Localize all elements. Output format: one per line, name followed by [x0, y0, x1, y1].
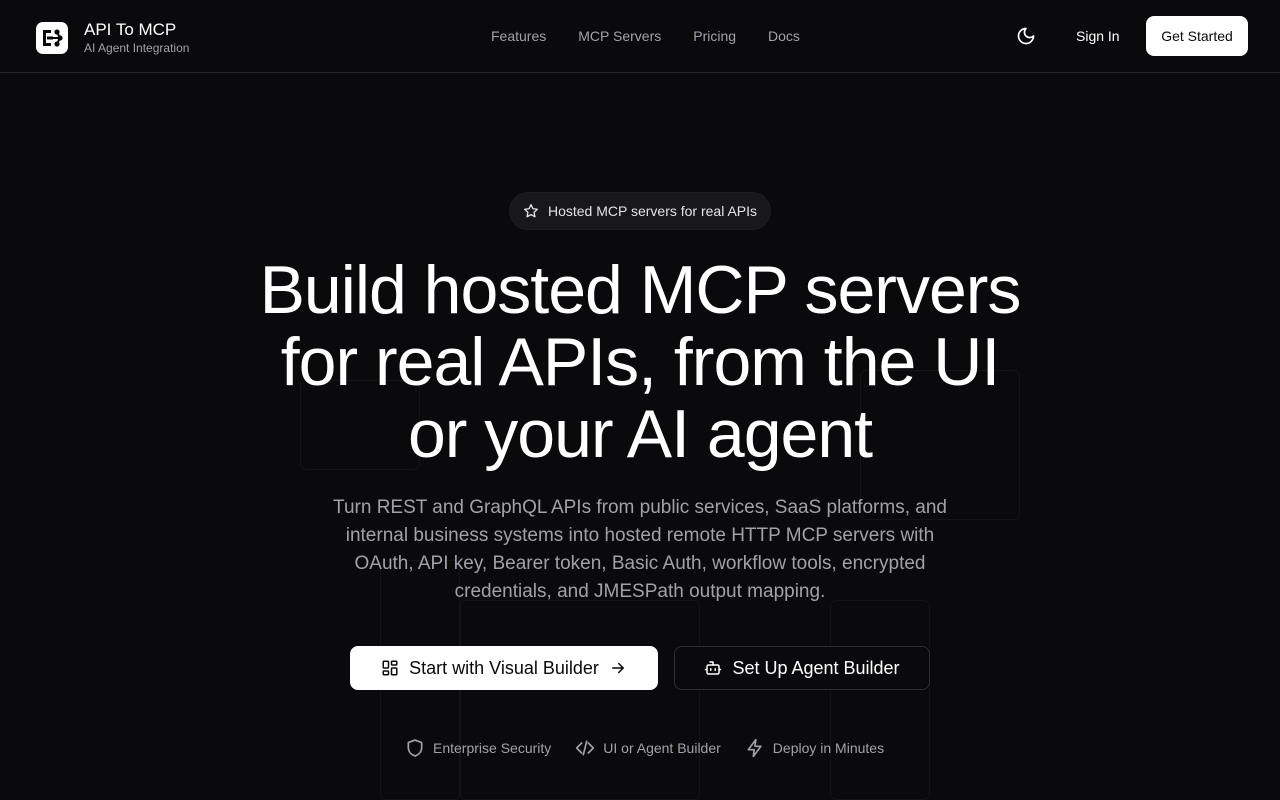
- nav-link-features[interactable]: Features: [491, 27, 546, 45]
- hero-subtitle-line: OAuth, API key, Bearer token, Basic Auth…: [354, 553, 926, 574]
- hero-subtitle-line: credentials, and JMESPath output mapping…: [454, 581, 826, 602]
- bot-icon: [705, 661, 722, 675]
- feature-list: Enterprise Security UI or Agent Builder …: [405, 737, 884, 759]
- hero-subtitle: Turn REST and GraphQL APIs from public s…: [300, 494, 980, 606]
- api-to-mcp-logo-icon: [36, 22, 68, 54]
- shield-icon: [407, 739, 423, 757]
- feature-label: UI or Agent Builder: [603, 740, 721, 756]
- get-started-button[interactable]: Get Started: [1146, 16, 1248, 56]
- arrow-right-icon: [611, 662, 624, 674]
- top-navigation-bar: API To MCP AI Agent Integration Features…: [0, 0, 1280, 73]
- brand-subtitle: AI Agent Integration: [84, 41, 190, 55]
- feature-label: Deploy in Minutes: [772, 740, 885, 756]
- set-up-agent-builder-label: Set Up Agent Builder: [732, 657, 900, 678]
- hero-headline: Build hosted MCP servers for real APIs, …: [200, 254, 1080, 470]
- feature-label: Enterprise Security: [433, 740, 552, 756]
- feature-item: UI or Agent Builder: [575, 737, 721, 759]
- start-visual-builder-label: Start with Visual Builder: [409, 657, 599, 678]
- hero-headline-line: or your AI agent: [407, 396, 873, 472]
- brand-title: API To MCP: [84, 20, 177, 39]
- brand[interactable]: API To MCP AI Agent Integration: [36, 20, 189, 56]
- nav-link-docs[interactable]: Docs: [768, 27, 800, 45]
- hero-headline-line: for real APIs, from the UI: [280, 324, 1000, 400]
- hero-subtitle-line: internal business systems into hosted re…: [345, 525, 935, 546]
- code-icon: [576, 740, 595, 756]
- start-visual-builder-button[interactable]: Start with Visual Builder: [350, 646, 658, 690]
- layout-grid-icon: [382, 660, 398, 676]
- moon-icon: [1017, 27, 1035, 45]
- nav-link-mcp-servers[interactable]: MCP Servers: [578, 27, 661, 45]
- hero-subtitle-line: Turn REST and GraphQL APIs from public s…: [333, 497, 947, 518]
- hero-headline-line: Build hosted MCP servers: [259, 252, 1022, 328]
- sign-in-button[interactable]: Sign In: [1062, 18, 1134, 54]
- lightning-icon: [747, 738, 762, 758]
- nav-link-pricing[interactable]: Pricing: [693, 27, 736, 45]
- feature-item: Deploy in Minutes: [745, 737, 884, 759]
- star-icon: [523, 204, 538, 218]
- theme-toggle-button[interactable]: [1012, 22, 1040, 50]
- hero-badge-label: Hosted MCP servers for real APIs: [547, 203, 758, 219]
- main-nav: Features MCP Servers Pricing Docs: [491, 27, 800, 45]
- set-up-agent-builder-button[interactable]: Set Up Agent Builder: [674, 646, 930, 690]
- hero-badge: Hosted MCP servers for real APIs: [509, 192, 771, 230]
- feature-item: Enterprise Security: [405, 737, 551, 759]
